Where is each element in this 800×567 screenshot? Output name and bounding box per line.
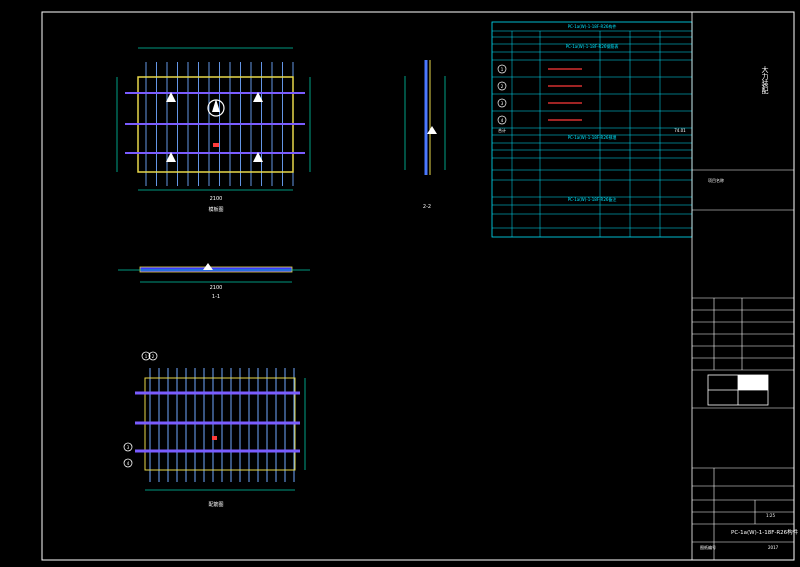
- footer-label: 图纸编号: [700, 544, 716, 550]
- rebar-vertical-bars: [149, 368, 295, 482]
- table-total-value: 74.01: [674, 128, 686, 133]
- logo-fill: [738, 375, 768, 390]
- project-label: 项目名称: [708, 177, 724, 183]
- table-row-number: 3: [501, 101, 504, 106]
- title-block: 大力装配 项目名称 PC-1a(W)-1-18F-R26构件 1:25 2017…: [691, 12, 799, 560]
- rebar-marker-label: 3: [127, 445, 130, 450]
- rebar-caption: 配筋图: [208, 501, 223, 508]
- table-title-1: PC-1a(W)-1-18F-R26构件: [568, 23, 617, 29]
- table-total-label: 合计: [498, 127, 506, 133]
- rebar-marker-label: 2: [152, 354, 155, 359]
- drawing-number: PC-1a(W)-1-18F-R26构件: [731, 528, 799, 536]
- title-block-grid: [692, 169, 794, 560]
- embedded-part: [213, 143, 219, 147]
- section-1-1: 2100 1-1: [118, 263, 310, 300]
- company-name: 大力装配: [761, 65, 769, 95]
- rebar-view: 1 2 3 4 配筋图: [123, 351, 306, 508]
- cad-drawing: 2100 模板图 2-2 2100 1-1 1 2 3 4 配筋图 PC-1a(…: [41, 11, 799, 561]
- scale-value: 1:25: [766, 513, 775, 518]
- plan-view: 2100 模板图: [116, 47, 311, 213]
- rebar-marker-label: 4: [127, 461, 130, 466]
- embedded-part: [212, 436, 217, 440]
- table-title-3: PC-1a(W)-1-18F-R26预埋: [568, 134, 617, 140]
- table-row-number: 1: [501, 67, 504, 72]
- page-value: 2017: [768, 545, 779, 550]
- section-1-width-dim: 2100: [210, 285, 223, 291]
- table-title-2: PC-1a(W)-1-18F-R26钢筋表: [566, 43, 619, 49]
- section-1-slab: [139, 266, 293, 273]
- table-title-4: PC-1a(W)-1-18F-R26备注: [568, 196, 617, 202]
- table-row-number: 2: [501, 84, 504, 89]
- plan-width-dim: 2100: [210, 196, 223, 202]
- section-2-caption: 2-2: [423, 204, 431, 210]
- table-grid: [492, 30, 692, 237]
- component-tables: PC-1a(W)-1-18F-R26构件 PC-1a(W)-1-18F-R26钢…: [491, 21, 693, 238]
- section-1-caption: 1-1: [212, 294, 220, 300]
- lift-point-icon: [203, 263, 213, 270]
- section-2-2: 2-2: [404, 60, 446, 210]
- plan-caption: 模板图: [208, 206, 223, 213]
- rebar-marker-label: 1: [145, 354, 148, 359]
- table-row-number: 4: [501, 118, 504, 123]
- lift-point-icon: [427, 126, 437, 134]
